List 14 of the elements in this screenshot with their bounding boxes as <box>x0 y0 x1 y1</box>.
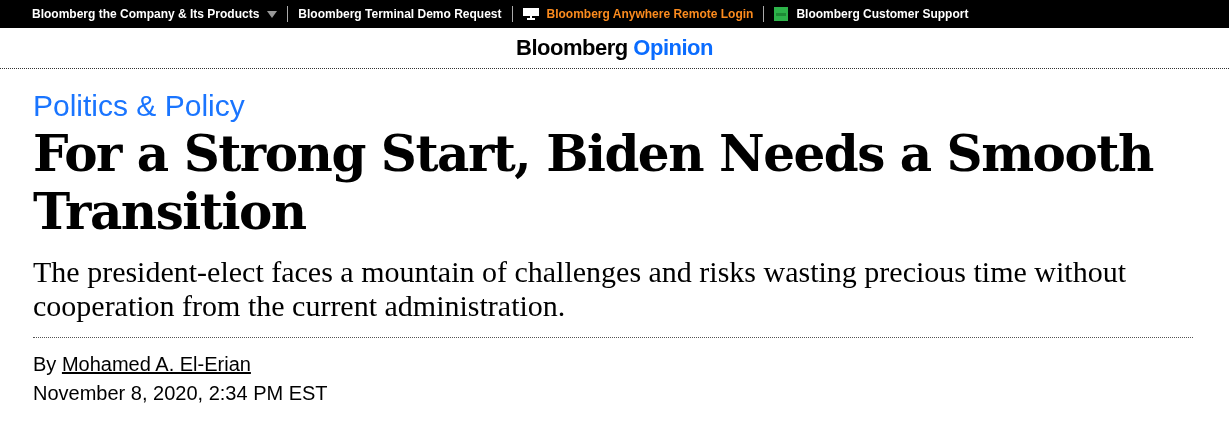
top-link[interactable]: Bloomberg the Company & Its Products <box>32 7 260 21</box>
category-link[interactable]: Politics & Policy <box>33 89 245 123</box>
top-link[interactable]: Bloomberg Terminal Demo Request <box>298 7 502 21</box>
monitor-icon <box>522 8 539 20</box>
top-link[interactable]: Bloomberg Customer Support <box>796 7 969 21</box>
top-link[interactable]: Bloomberg Anywhere Remote Login <box>546 7 754 21</box>
logo[interactable]: Bloomberg Opinion <box>516 35 713 61</box>
caret-icon <box>267 10 278 18</box>
author-link[interactable]: Mohamed A. El-Erian <box>61 353 251 375</box>
summary: The president-elect faces a mountain of challenges and risks wasting precious time without cooperation from the current administration. <box>33 255 1127 323</box>
byline-label: By <box>33 353 57 375</box>
help-icon <box>774 7 789 21</box>
publish-date: November 8, 2020, 2:34 PM EST <box>33 381 329 406</box>
headline: For a Strong Start, Biden Needs a Smooth Transition <box>33 125 1155 241</box>
